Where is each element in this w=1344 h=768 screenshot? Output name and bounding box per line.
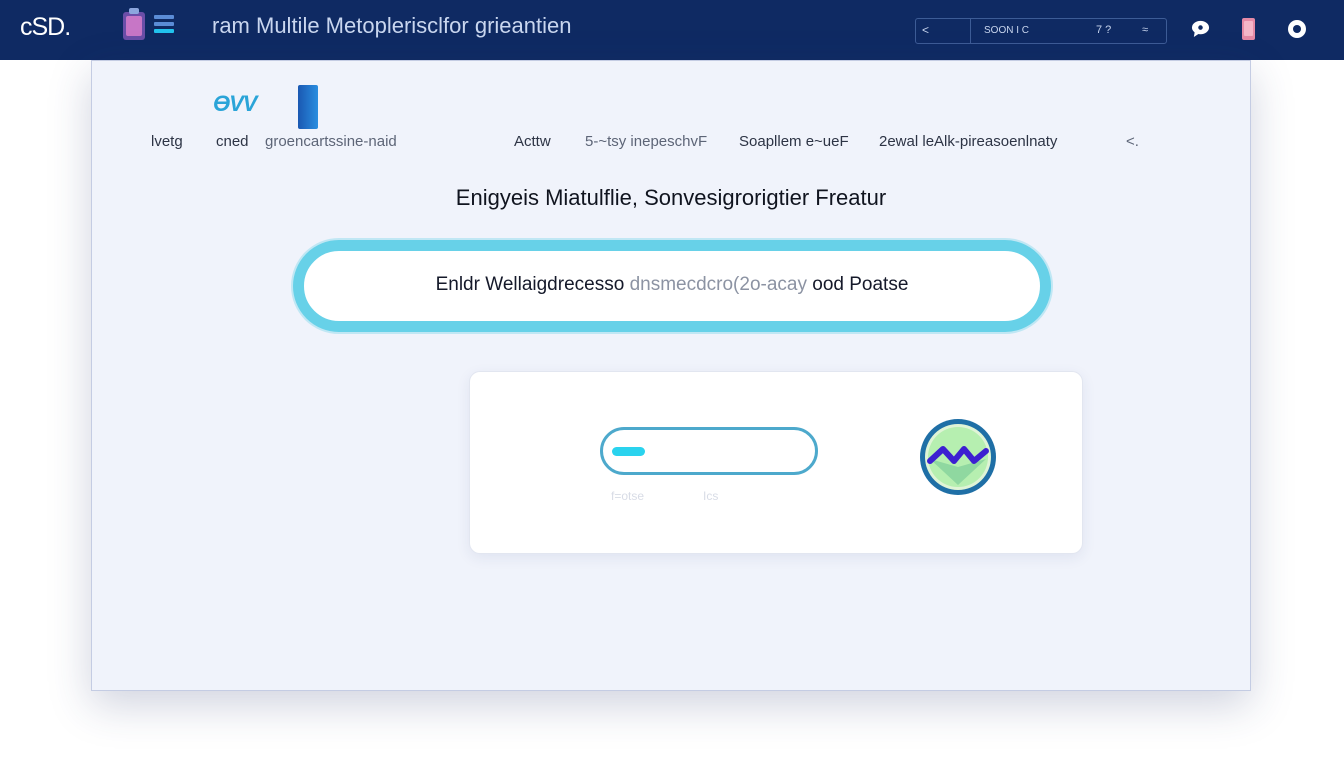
search-divider xyxy=(970,19,971,43)
nav-item-5[interactable]: 5-~tsy inepeschvF xyxy=(585,133,707,150)
message-text-dim: dnsmecdcro(2o-acay xyxy=(629,274,807,295)
progress-caption-secondary: Ics xyxy=(703,489,719,503)
menu-icon-bar xyxy=(154,22,174,26)
message-text-start: Enldr Wellaigdrecesso xyxy=(435,274,630,295)
menu-icon-bar xyxy=(154,15,174,19)
nav-item-4[interactable]: Acttw xyxy=(514,133,551,150)
search-wave-icon[interactable]: ≈ xyxy=(1142,24,1148,36)
progress-fill xyxy=(612,447,645,456)
nav-item-7[interactable]: 2ewal leAlk-pireasoenlnaty xyxy=(879,133,1057,150)
nav-item-1[interactable]: lvetg xyxy=(151,133,183,150)
nav-item-8[interactable]: <. xyxy=(1126,133,1139,150)
message-input-text: Enldr Wellaigdrecesso dnsmecdcro(2o-acay… xyxy=(304,274,1040,296)
search-input[interactable]: < SOON I C 7 ? ≈ xyxy=(915,18,1167,44)
nav-item-6[interactable]: Soapllem e~ueF xyxy=(739,133,849,150)
brand-logo-part: ӨV xyxy=(213,91,244,116)
brand-logo-part: V xyxy=(242,91,258,116)
message-text-end: ood Poatse xyxy=(806,274,909,295)
message-input[interactable]: Enldr Wellaigdrecesso dnsmecdcro(2o-acay… xyxy=(293,240,1051,332)
status-card: f=otse Ics xyxy=(469,371,1083,554)
progress-caption: f=otse xyxy=(611,489,645,503)
main-panel: ӨVV lvetg cned groencartssine-naid Acttw… xyxy=(91,60,1251,691)
phone-icon[interactable] xyxy=(1241,17,1256,41)
app-logo[interactable]: cSD. xyxy=(20,13,71,42)
window-title: ram Multile Metoplerisclfor grieantien xyxy=(212,13,572,38)
search-help-glyphs: 7 ? xyxy=(1096,24,1112,36)
brand-tile-icon xyxy=(298,85,318,129)
chat-icon[interactable] xyxy=(1191,19,1210,38)
page-title: Enigyeis Miatulflie, Sonvesigrorigtier F… xyxy=(455,185,887,210)
activity-wave-icon[interactable] xyxy=(916,417,1000,497)
search-value: SOON I C xyxy=(984,25,1030,36)
nav-item-3[interactable]: groencartssine-naid xyxy=(265,133,397,150)
menu-icon-bar xyxy=(154,29,174,33)
progress-bar xyxy=(600,427,818,475)
user-icon[interactable] xyxy=(1287,19,1307,39)
nav-item-2[interactable]: cned xyxy=(216,133,249,150)
search-back-icon[interactable]: < xyxy=(922,23,929,37)
top-bar: cSD. ram Multile Metoplerisclfor grieant… xyxy=(0,0,1344,60)
menu-icon[interactable] xyxy=(154,15,174,41)
brand-logo[interactable]: ӨVV xyxy=(213,91,258,117)
app-icon[interactable] xyxy=(120,6,148,44)
